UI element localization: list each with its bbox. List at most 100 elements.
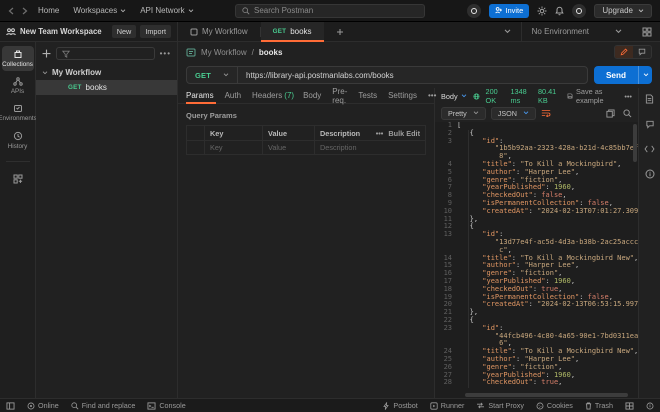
request-tab[interactable]: Params <box>186 88 216 103</box>
response-body-viewer[interactable]: 1[2 {3 "id": "1b5b92aa-2323-428a-b21d-4c… <box>435 122 638 398</box>
network-globe-icon[interactable] <box>473 92 480 101</box>
search-input[interactable]: Search Postman <box>235 4 425 18</box>
comments-button[interactable] <box>633 46 651 58</box>
info-icon[interactable] <box>645 169 655 179</box>
search-response-icon[interactable] <box>623 109 632 118</box>
query-params-table: Key Value Description ••• Bulk Edit Key … <box>186 125 426 155</box>
connection-status[interactable]: Online <box>27 401 59 410</box>
status-badge[interactable]: 200 OK <box>486 87 505 105</box>
response-body-dropdown[interactable]: Body <box>441 92 467 101</box>
edit-pencil-button[interactable] <box>615 46 633 58</box>
breadcrumb-parent[interactable]: My Workflow <box>201 48 247 57</box>
add-collection-button[interactable] <box>42 49 51 58</box>
param-value-input[interactable]: Value <box>263 141 315 154</box>
runner-button[interactable]: Runner <box>430 401 465 410</box>
horizontal-scrollbar[interactable] <box>465 393 628 397</box>
help-button[interactable] <box>646 402 654 410</box>
vertical-scrollbar[interactable] <box>633 124 637 162</box>
format-dropdown[interactable]: JSON <box>491 107 536 120</box>
send-options-chevron[interactable] <box>638 66 652 84</box>
param-description-input[interactable]: Description <box>315 141 425 154</box>
import-button[interactable]: Import <box>140 25 171 38</box>
code-line: 28 "checkedOut": true, <box>435 379 638 387</box>
response-pane: Body 200 OK 1348 ms 80.41 KB Save as exa… <box>435 88 638 398</box>
query-params-header-row: Key Value Description ••• Bulk Edit <box>187 126 425 140</box>
sidebar-item-environments[interactable]: Environments <box>2 100 34 125</box>
upgrade-button[interactable]: Upgrade <box>594 4 652 18</box>
chevron-down-icon <box>42 71 48 75</box>
tab-workspace-overview[interactable]: My Workflow <box>178 22 260 41</box>
start-proxy-button[interactable]: Start Proxy <box>476 401 524 410</box>
request-item-books[interactable]: GET books <box>36 80 177 95</box>
postbot-button[interactable]: Postbot <box>382 401 417 410</box>
chevron-down-icon <box>615 29 622 34</box>
env-quick-look-icon[interactable] <box>642 27 652 37</box>
collection-filter-input[interactable] <box>56 47 155 60</box>
request-tab[interactable]: Pre-req. <box>332 88 349 103</box>
save-as-example-button[interactable]: Save as example <box>567 87 618 105</box>
code-snippet-icon[interactable] <box>644 145 655 153</box>
copy-icon[interactable] <box>606 109 615 118</box>
user-avatar[interactable] <box>572 4 586 18</box>
response-size[interactable]: 80.41 KB <box>538 87 561 105</box>
sidebar-item-collections[interactable]: Collections <box>2 46 34 71</box>
comments-rail-icon[interactable] <box>645 120 655 129</box>
indent-guide <box>468 130 469 388</box>
find-and-replace-button[interactable]: Find and replace <box>71 401 136 410</box>
request-tab[interactable]: Body <box>303 88 323 103</box>
tab-overflow-chevron-icon[interactable] <box>504 29 511 34</box>
wrap-text-icon[interactable] <box>541 109 551 117</box>
nav-back-icon[interactable] <box>8 7 14 15</box>
collection-my-workflow[interactable]: My Workflow <box>36 65 177 80</box>
bulk-edit-button[interactable]: Bulk Edit <box>388 129 420 138</box>
sidebar-item-apis[interactable]: APIs <box>2 73 34 98</box>
invite-button[interactable]: Invite <box>489 4 529 18</box>
workspaces-menu[interactable]: Workspaces <box>73 6 126 15</box>
response-time[interactable]: 1348 ms <box>511 87 532 105</box>
response-more-actions[interactable]: ••• <box>624 92 632 101</box>
new-tab-button[interactable] <box>324 22 356 41</box>
request-tab[interactable]: Settings <box>388 88 419 103</box>
sidebar-more-actions[interactable]: ••• <box>160 49 171 58</box>
postbot-icon <box>382 402 390 410</box>
home-link[interactable]: Home <box>38 6 59 15</box>
response-code-lines: 1[2 {3 "id": "1b5b92aa-2323-428a-b21d-4c… <box>435 122 638 387</box>
view-mode-dropdown[interactable]: Pretty <box>441 107 486 120</box>
breadcrumb-request-name[interactable]: books <box>259 48 283 57</box>
nav-forward-icon[interactable] <box>22 7 28 15</box>
environment-selector[interactable]: No Environment <box>521 22 632 41</box>
two-pane-view-button[interactable] <box>625 402 634 410</box>
configure-sidebar-button[interactable] <box>2 170 34 187</box>
find-icon <box>71 402 79 410</box>
documentation-icon[interactable] <box>645 94 654 104</box>
status-bar: Online Find and replace Console Postbot … <box>0 398 660 412</box>
request-tab[interactable]: Headers(7) <box>252 88 294 103</box>
column-more-actions[interactable]: ••• <box>376 129 384 138</box>
send-button[interactable]: Send <box>594 66 652 84</box>
cookies-button[interactable]: Cookies <box>536 401 573 410</box>
collections-sidebar: ••• My Workflow GET books <box>36 42 178 398</box>
request-doc-icon <box>186 48 196 57</box>
request-tab[interactable]: Auth <box>225 88 243 103</box>
column-description: Description ••• Bulk Edit <box>315 126 425 140</box>
sidebar-item-history[interactable]: History <box>2 127 34 153</box>
top-bar: Home Workspaces API Network Search Postm… <box>0 0 660 22</box>
tab-request-books[interactable]: GET books <box>261 22 324 41</box>
api-network-menu[interactable]: API Network <box>140 6 193 15</box>
console-button[interactable]: Console <box>147 401 185 410</box>
method-select[interactable]: GET <box>187 67 238 83</box>
new-button[interactable]: New <box>112 25 137 38</box>
proxy-icon <box>476 402 485 409</box>
url-input[interactable]: https://library-api.postmanlabs.com/book… <box>238 71 402 80</box>
toggle-sidebar-button[interactable] <box>6 402 15 410</box>
request-tab[interactable]: Tests <box>358 88 379 103</box>
right-context-rail <box>638 88 660 398</box>
settings-gear-icon[interactable] <box>537 6 547 16</box>
param-key-input[interactable]: Key <box>205 141 263 154</box>
postbot-avatar-icon[interactable] <box>467 4 481 18</box>
notifications-bell-icon[interactable] <box>555 6 564 16</box>
query-params-title: Query Params <box>178 104 434 125</box>
trash-button[interactable]: Trash <box>585 401 613 410</box>
history-clock-icon <box>13 131 23 141</box>
workspace-switcher[interactable]: New Team Workspace <box>6 27 102 36</box>
